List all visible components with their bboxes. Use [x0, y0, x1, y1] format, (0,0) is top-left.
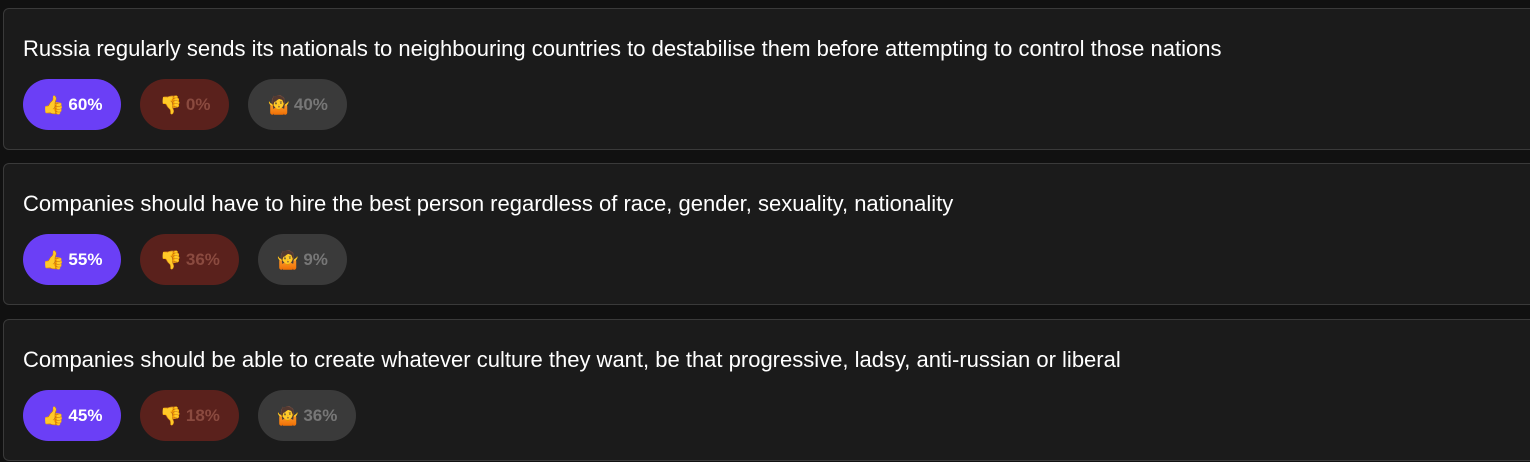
agree-percentage: 60%: [68, 94, 103, 114]
vote-buttons: 👍 55% 👎 36% 🤷 9%: [23, 234, 347, 285]
thumbs-down-icon: 👎: [159, 405, 182, 426]
vote-buttons: 👍 60% 👎 0% 🤷 40%: [23, 79, 347, 130]
statement-card: Companies should be able to create whate…: [3, 319, 1530, 461]
statement-card: Russia regularly sends its nationals to …: [3, 8, 1530, 150]
statement-text: Companies should have to hire the best p…: [23, 191, 954, 216]
thumbs-down-icon: 👎: [159, 249, 182, 270]
vote-buttons: 👍 45% 👎 18% 🤷 36%: [23, 390, 357, 441]
disagree-percentage: 18%: [185, 405, 220, 425]
shrug-icon: 🤷: [276, 405, 300, 426]
thumbs-down-icon: 👎: [159, 94, 182, 115]
shrug-icon: 🤷: [276, 249, 300, 270]
statement-text: Russia regularly sends its nationals to …: [23, 36, 1222, 61]
statement-card: Companies should have to hire the best p…: [3, 163, 1530, 305]
agree-button[interactable]: 👍 55%: [23, 234, 122, 285]
shrug-icon: 🤷: [267, 94, 290, 115]
agree-percentage: 55%: [68, 249, 103, 269]
disagree-button[interactable]: 👎 18%: [140, 390, 239, 441]
thumbs-up-icon: 👍: [42, 249, 65, 270]
unsure-button[interactable]: 🤷 36%: [257, 390, 357, 441]
unsure-percentage: 9%: [303, 249, 328, 269]
agree-button[interactable]: 👍 45%: [23, 390, 122, 441]
statement-text: Companies should be able to create whate…: [23, 347, 1121, 372]
unsure-percentage: 36%: [303, 405, 338, 425]
thumbs-up-icon: 👍: [42, 405, 65, 426]
unsure-percentage: 40%: [293, 94, 328, 114]
disagree-percentage: 36%: [185, 249, 220, 269]
disagree-button[interactable]: 👎 0%: [140, 79, 230, 130]
disagree-percentage: 0%: [185, 94, 211, 114]
unsure-button[interactable]: 🤷 9%: [257, 234, 347, 285]
thumbs-up-icon: 👍: [42, 94, 65, 115]
agree-percentage: 45%: [68, 405, 103, 425]
agree-button[interactable]: 👍 60%: [23, 79, 122, 130]
disagree-button[interactable]: 👎 36%: [140, 234, 239, 285]
unsure-button[interactable]: 🤷 40%: [248, 79, 347, 130]
statement-list: Russia regularly sends its nationals to …: [0, 0, 1530, 462]
